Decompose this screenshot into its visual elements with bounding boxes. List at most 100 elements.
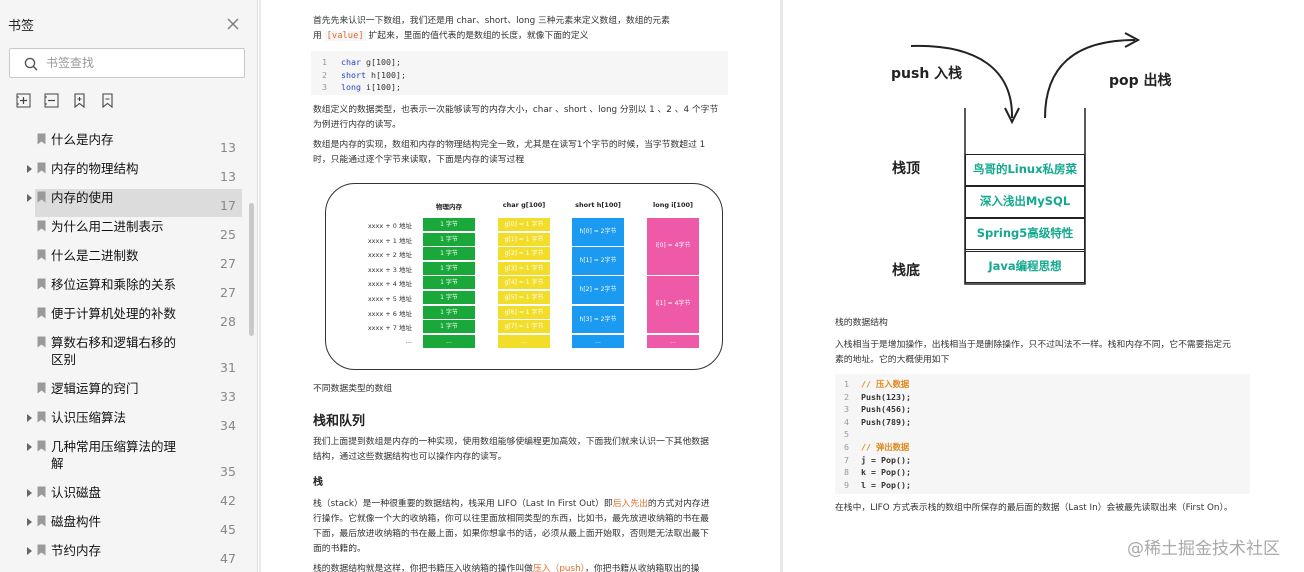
remove-bookmark-icon[interactable] (44, 93, 59, 108)
code-line: Push(456); (861, 404, 911, 415)
char-cell: g[2] = 1 字节 (498, 247, 550, 261)
line-number: 1 (322, 57, 327, 67)
memory-address-label: xxxx + 6 地址 (367, 309, 412, 318)
bookmark-collapse-icon[interactable] (100, 93, 115, 108)
short-cell: ... (572, 334, 624, 348)
char-cell: g[0] = 1 字节 (498, 218, 550, 231)
char-cell: g[5] = 1 字节 (498, 291, 550, 304)
push-label: push 入栈 (891, 66, 963, 82)
stack-item-4: Java编程思想 (965, 251, 1085, 283)
bookmark-label: 磁盘构件 (51, 514, 102, 529)
expand-arrow-icon[interactable] (27, 443, 32, 451)
code-text: g[100]; (360, 57, 401, 67)
expand-arrow-icon[interactable] (27, 165, 32, 173)
byte-cell: 1 字节 (423, 218, 475, 231)
highlight-lifo: 后入先出 (612, 499, 648, 509)
highlight-push: 压入（push） (532, 564, 586, 572)
bookmark-outline: 什么是内存 13 内存的物理结构 13 内存的使用 17 为什么用二进制表示 25 什么是二进制… (0, 126, 258, 572)
memory-column-header: 物理内存 (436, 203, 462, 211)
long-cell: i[1] = 4字节 (647, 276, 699, 334)
document-page-right: push 入栈 pop 出栈 栈顶 栈底 鸟哥的Linux私房菜 深入浅出MyS… (783, 0, 1304, 572)
sidebar-scrollbar[interactable] (249, 203, 254, 336)
code-keyword: char (341, 57, 361, 67)
paragraph-stack-5: 栈的数据结构就是这样，你把书籍压入收纳箱的操作叫做压入（push），你把书籍从收… (313, 562, 699, 572)
paragraph-stack-2: 行操作。它就像一个大的收纳箱，你可以往里面放相同类型的东西，比如书，最先放进收纳… (313, 514, 709, 524)
line-number: 1 (844, 379, 849, 389)
expand-arrow-icon[interactable] (27, 194, 32, 202)
paragraph-data-type-1: 数组定义的数据类型，也表示一次能够读写的内存大小，char 、short 、lo… (313, 105, 719, 115)
expand-arrow-icon[interactable] (27, 489, 32, 497)
stack-item-1: 鸟哥的Linux私房菜 (965, 154, 1085, 186)
bookmark-page-number: 13 (220, 140, 236, 155)
bookmark-icon (37, 249, 46, 261)
expand-arrow-icon[interactable] (27, 547, 32, 555)
bookmark-page-number: 42 (220, 493, 236, 508)
code-text: h[100]; (365, 69, 406, 80)
bookmark-icon (37, 191, 46, 203)
short-cell: h[1] = 2字节 (572, 247, 624, 275)
bookmark-label: 为什么用二进制表示 (51, 219, 164, 234)
memory-column-header: long i[100] (653, 201, 693, 209)
bookmark-label: 算数右移和逻辑右移的区别 (51, 335, 177, 367)
code-keyword: short (341, 69, 366, 80)
line-number: 6 (844, 442, 849, 452)
bookmark-search-input[interactable] (46, 54, 236, 72)
line-number: 8 (844, 467, 849, 478)
memory-address-label: xxxx + 1 地址 (367, 236, 412, 245)
bookmark-page-number: 47 (220, 551, 236, 566)
sidebar-title: 书签 (8, 19, 35, 34)
code-block-array: 1 2 3 char g[100]; short h[100]; long i[… (311, 51, 728, 95)
bookmark-label: 节约内存 (51, 543, 102, 558)
code-line: l = Pop(); (861, 479, 911, 490)
bookmark-page-number: 13 (220, 169, 236, 184)
bookmark-icon (37, 515, 46, 527)
memory-address-label: xxxx + 2 地址 (367, 251, 412, 260)
line-number: 2 (844, 391, 849, 402)
bookmark-label: 认识压缩算法 (51, 410, 127, 425)
stack-bottom-label: 栈底 (892, 263, 920, 279)
byte-cell: ... (423, 334, 475, 348)
stack-text: ，你把书籍从收纳箱取出的操 (585, 564, 700, 572)
bookmark-page-number: 45 (220, 522, 236, 537)
diagram-caption: 不同数据类型的数组 (313, 384, 393, 394)
memory-address-label: ... (405, 336, 412, 345)
bookmark-label: 几种常用压缩算法的理解 (51, 439, 177, 471)
char-cell: ... (498, 334, 550, 348)
byte-cell: 1 字节 (423, 320, 475, 334)
bookmark-icon (37, 486, 46, 498)
expand-arrow-icon[interactable] (27, 414, 32, 422)
bookmark-page-number: 28 (220, 314, 236, 329)
code-line: long i[100]; (341, 81, 401, 94)
bookmark-label: 什么是二进制数 (51, 248, 139, 263)
bookmark-page-number: 17 (220, 198, 236, 213)
code-line: j = Pop(); (861, 454, 911, 465)
expand-arrow-icon[interactable] (27, 518, 32, 526)
stack-item-2: 深入浅出MySQL (965, 186, 1085, 218)
paragraph-push-pop-1: 入栈相当于是增加操作，出栈相当于是删除操作，只不过叫法不一样。栈和内存不同，它不… (835, 340, 1231, 350)
code-line: short h[100]; (341, 69, 406, 82)
bookmark-icon (37, 307, 46, 319)
bookmark-sidebar: 书签 什么是内存13内存的物理结构13内存的使用17为什么用二进制表示25什么是… (0, 0, 258, 572)
paragraph-array-1: 数组是内存的实现，数组和内存的物理结构完全一致，尤其是在读写1个字节的时候，当字… (313, 140, 706, 150)
intro-text: 用 (313, 31, 322, 41)
code-keyword: long (341, 82, 361, 92)
watermark: @稀土掘金技术社区 (1127, 539, 1280, 559)
intro-text: 扩起来，里面的值代表的是数组的长度，就像下面的定义 (368, 31, 589, 41)
bookmark-expand-icon[interactable] (72, 93, 87, 108)
paragraph-stack-4: 面的书籍的。 (313, 544, 366, 554)
add-bookmark-icon[interactable] (16, 93, 31, 108)
short-cell: h[3] = 2字节 (572, 305, 624, 334)
paragraph-array-2: 时，只能通过逐个字节来读取，下面是内存的读写过程 (313, 155, 525, 165)
close-icon[interactable] (226, 17, 240, 31)
heading-stack-queue: 栈和队列 (313, 414, 366, 429)
line-number: 5 (844, 429, 849, 440)
document-page-left: 首先先来认识一下数组，我们还是用 char、short、long 三种元素来定义… (261, 0, 780, 572)
bookmark-page-number: 27 (220, 256, 236, 271)
bookmark-page-number: 34 (220, 418, 236, 433)
bookmark-label: 移位运算和乘除的关系 (51, 277, 177, 292)
bookmark-page-number: 25 (220, 227, 236, 242)
bookmark-icon (37, 382, 46, 394)
bookmark-search[interactable] (9, 48, 245, 78)
bookmark-icon (37, 336, 46, 348)
paragraph-data-type-2: 为例进行内存的读写。 (313, 120, 401, 130)
